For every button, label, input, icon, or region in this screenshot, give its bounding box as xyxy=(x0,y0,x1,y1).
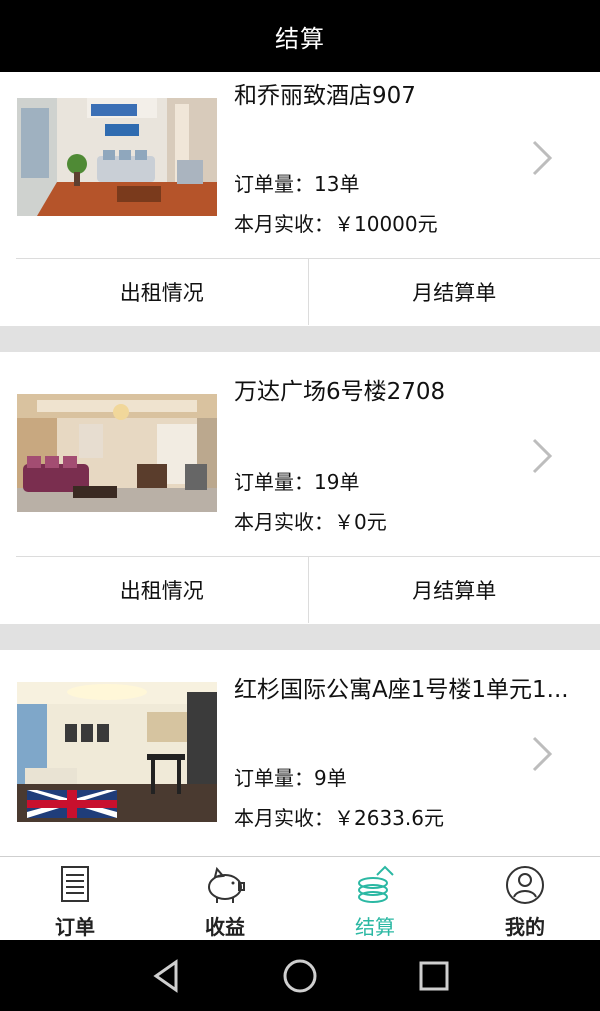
card-divider xyxy=(0,624,600,650)
tab-label: 结算 xyxy=(355,915,395,939)
order-list-icon xyxy=(61,866,89,902)
property-photo xyxy=(17,394,217,512)
order-count: 订单量：13单 xyxy=(234,172,360,196)
property-title: 红杉国际公寓A座1号楼1单元1... xyxy=(234,677,569,703)
card-divider xyxy=(0,326,600,352)
property-card[interactable]: 和乔丽致酒店907 订单量：13单 本月实收：￥10000元 出租情况 月结算单 xyxy=(0,72,600,326)
system-nav-bar xyxy=(0,940,600,1011)
monthly-statement-button[interactable]: 月结算单 xyxy=(307,557,600,623)
property-photo xyxy=(17,98,217,216)
home-icon[interactable] xyxy=(280,956,320,996)
tab-label: 我的 xyxy=(505,915,545,939)
tab-label: 收益 xyxy=(205,915,245,939)
property-photo xyxy=(17,682,217,822)
back-icon[interactable] xyxy=(148,956,188,996)
tab-label: 订单 xyxy=(55,915,95,939)
bottom-tab-bar: 订单 收益 结算 我的 xyxy=(0,856,600,941)
rent-status-button[interactable]: 出租情况 xyxy=(16,259,308,325)
top-bar: 结算 xyxy=(0,0,600,72)
tab-earnings[interactable]: 收益 xyxy=(150,857,300,941)
property-title: 和乔丽致酒店907 xyxy=(234,83,416,109)
page-title: 结算 xyxy=(275,24,325,53)
property-card[interactable]: 万达广场6号楼2708 订单量：19单 本月实收：￥0元 出租情况 月结算单 xyxy=(0,352,600,624)
order-count: 订单量：9单 xyxy=(234,766,347,790)
card-actions: 出租情况 月结算单 xyxy=(16,556,600,623)
chevron-right-icon[interactable] xyxy=(528,138,556,178)
monthly-statement-button[interactable]: 月结算单 xyxy=(307,259,600,325)
tab-me[interactable]: 我的 xyxy=(450,857,600,941)
rent-status-button[interactable]: 出租情况 xyxy=(16,557,308,623)
recent-apps-icon[interactable] xyxy=(414,956,454,996)
piggy-bank-icon xyxy=(208,866,245,903)
monthly-income: 本月实收：￥0元 xyxy=(234,510,387,534)
user-icon xyxy=(506,866,544,904)
property-card[interactable]: 红杉国际公寓A座1号楼1单元1... 订单量：9单 本月实收：￥2633.6元 xyxy=(0,650,600,856)
monthly-income: 本月实收：￥2633.6元 xyxy=(234,806,444,830)
property-title: 万达广场6号楼2708 xyxy=(234,379,446,405)
card-actions: 出租情况 月结算单 xyxy=(16,258,600,325)
chevron-right-icon[interactable] xyxy=(528,436,556,476)
monthly-income: 本月实收：￥10000元 xyxy=(234,212,438,236)
chevron-right-icon[interactable] xyxy=(528,734,556,774)
order-count: 订单量：19单 xyxy=(234,470,360,494)
settlement-coins-icon xyxy=(358,865,394,903)
property-list[interactable]: 和乔丽致酒店907 订单量：13单 本月实收：￥10000元 出租情况 月结算单 xyxy=(0,72,600,856)
tab-orders[interactable]: 订单 xyxy=(0,857,150,941)
tab-settlement[interactable]: 结算 xyxy=(300,857,450,941)
